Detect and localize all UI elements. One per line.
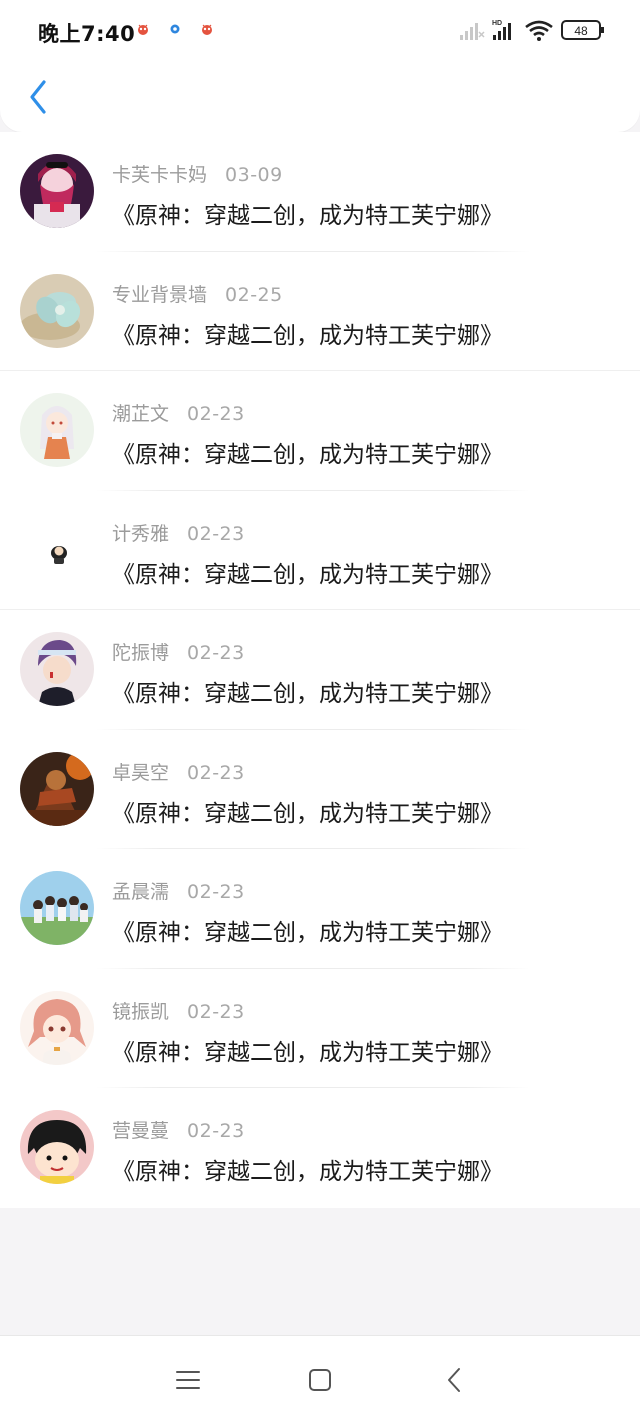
item-meta: 陀振博 02-23 bbox=[112, 638, 245, 665]
list-item[interactable]: 专业背景墙 02-25 《原神：穿越二创，成为特工芙宁娜》 bbox=[0, 252, 640, 371]
app-notification-icon-2 bbox=[202, 24, 212, 35]
app-notification-icon bbox=[138, 24, 148, 35]
avatar[interactable] bbox=[20, 990, 94, 1065]
user-name[interactable]: 潮芷文 bbox=[112, 403, 169, 425]
avatar[interactable] bbox=[20, 512, 94, 587]
back-button[interactable] bbox=[18, 72, 58, 122]
list-item[interactable]: 卡芙卡卡妈 03-09 《原神：穿越二创，成为特工芙宁娜》 bbox=[0, 132, 640, 252]
item-title[interactable]: 《原神：穿越二创，成为特工芙宁娜》 bbox=[112, 435, 503, 469]
item-title[interactable]: 《原神：穿越二创，成为特工芙宁娜》 bbox=[112, 1033, 503, 1067]
avatar-image bbox=[20, 393, 94, 467]
item-date: 02-23 bbox=[187, 642, 245, 664]
avatar[interactable] bbox=[20, 393, 94, 467]
svg-text:48: 48 bbox=[574, 24, 588, 38]
user-name[interactable]: 卡芙卡卡妈 bbox=[112, 164, 207, 186]
avatar-image bbox=[20, 751, 94, 826]
item-title[interactable]: 《原神：穿越二创，成为特工芙宁娜》 bbox=[112, 674, 503, 708]
comment-list: 卡芙卡卡妈 03-09 《原神：穿越二创，成为特工芙宁娜》 专业背景墙 02-25 bbox=[0, 132, 640, 1208]
status-indicators: HD 48 bbox=[460, 20, 604, 41]
list-item[interactable]: 卓昊空 02-23 《原神：穿越二创，成为特工芙宁娜》 bbox=[0, 730, 640, 849]
signal-2-icon: HD bbox=[492, 20, 511, 40]
top-bar: 晚上7:40 HD 48 bbox=[0, 0, 640, 132]
item-date: 02-25 bbox=[225, 283, 283, 306]
item-meta: 镜振凯 02-23 bbox=[112, 997, 245, 1024]
avatar[interactable] bbox=[20, 154, 94, 228]
list-item[interactable]: 孟晨濡 02-23 《原神：穿越二创，成为特工芙宁娜》 bbox=[0, 849, 640, 969]
back-triangle-icon[interactable] bbox=[438, 1364, 470, 1396]
avatar-image bbox=[20, 273, 94, 348]
user-name[interactable]: 营曼蔓 bbox=[112, 1120, 169, 1142]
menu-icon[interactable] bbox=[172, 1364, 204, 1396]
item-meta: 潮芷文 02-23 bbox=[112, 399, 245, 426]
avatar[interactable] bbox=[20, 273, 94, 348]
user-name[interactable]: 专业背景墙 bbox=[112, 284, 207, 306]
avatar[interactable] bbox=[20, 871, 94, 945]
svg-text:HD: HD bbox=[492, 20, 502, 27]
chevron-left-icon bbox=[30, 80, 46, 114]
item-date: 02-23 bbox=[187, 1000, 245, 1023]
item-title[interactable]: 《原神：穿越二创，成为特工芙宁娜》 bbox=[112, 1152, 503, 1186]
avatar-image bbox=[20, 632, 94, 706]
item-title[interactable]: 《原神：穿越二创，成为特工芙宁娜》 bbox=[112, 794, 503, 828]
item-meta: 专业背景墙 02-25 bbox=[112, 280, 283, 307]
avatar-image bbox=[20, 154, 94, 228]
item-meta: 计秀雅 02-23 bbox=[112, 519, 245, 546]
avatar-image bbox=[20, 990, 94, 1065]
avatar[interactable] bbox=[20, 751, 94, 826]
list-item[interactable]: 计秀雅 02-23 《原神：穿越二创，成为特工芙宁娜》 bbox=[0, 491, 640, 610]
wifi-icon bbox=[525, 20, 553, 41]
item-date: 02-23 bbox=[187, 403, 245, 425]
user-name[interactable]: 镜振凯 bbox=[112, 1001, 169, 1023]
item-meta: 孟晨濡 02-23 bbox=[112, 877, 245, 904]
home-square-icon[interactable] bbox=[304, 1364, 336, 1396]
avatar-image bbox=[20, 512, 94, 587]
item-date: 02-23 bbox=[187, 1120, 245, 1142]
avatar-image bbox=[20, 1110, 94, 1184]
gear-notification-icon bbox=[170, 24, 180, 34]
item-meta: 营曼蔓 02-23 bbox=[112, 1116, 245, 1143]
battery-icon: 48 bbox=[561, 20, 604, 40]
user-name[interactable]: 卓昊空 bbox=[112, 762, 169, 784]
item-title[interactable]: 《原神：穿越二创，成为特工芙宁娜》 bbox=[112, 555, 503, 589]
user-name[interactable]: 计秀雅 bbox=[112, 523, 169, 545]
signal-1-icon bbox=[460, 23, 485, 40]
item-title[interactable]: 《原神：穿越二创，成为特工芙宁娜》 bbox=[112, 913, 503, 947]
avatar-image bbox=[20, 871, 94, 945]
list-item[interactable]: 镜振凯 02-23 《原神：穿越二创，成为特工芙宁娜》 bbox=[0, 969, 640, 1088]
status-time: 晚上7:40 bbox=[38, 22, 136, 46]
screen: 晚上7:40 HD 48 卡芙卡卡妈 03-09 《原神：穿越二创，成为特工芙宁… bbox=[0, 0, 640, 1422]
list-item[interactable]: 营曼蔓 02-23 《原神：穿越二创，成为特工芙宁娜》 bbox=[0, 1088, 640, 1208]
item-meta: 卡芙卡卡妈 03-09 bbox=[112, 160, 283, 187]
user-name[interactable]: 陀振博 bbox=[112, 642, 169, 664]
user-name[interactable]: 孟晨濡 bbox=[112, 881, 169, 903]
item-date: 02-23 bbox=[187, 761, 245, 784]
item-date: 03-09 bbox=[225, 164, 283, 186]
item-title[interactable]: 《原神：穿越二创，成为特工芙宁娜》 bbox=[112, 316, 503, 350]
avatar[interactable] bbox=[20, 632, 94, 706]
item-date: 02-23 bbox=[187, 522, 245, 545]
status-bar: 晚上7:40 HD 48 bbox=[0, 0, 640, 60]
avatar[interactable] bbox=[20, 1110, 94, 1184]
list-item[interactable]: 陀振博 02-23 《原神：穿越二创，成为特工芙宁娜》 bbox=[0, 610, 640, 730]
item-meta: 卓昊空 02-23 bbox=[112, 758, 245, 785]
item-date: 02-23 bbox=[187, 881, 245, 903]
item-title[interactable]: 《原神：穿越二创，成为特工芙宁娜》 bbox=[112, 196, 503, 230]
system-nav-bar bbox=[0, 1335, 640, 1422]
list-item[interactable]: 潮芷文 02-23 《原神：穿越二创，成为特工芙宁娜》 bbox=[0, 371, 640, 491]
